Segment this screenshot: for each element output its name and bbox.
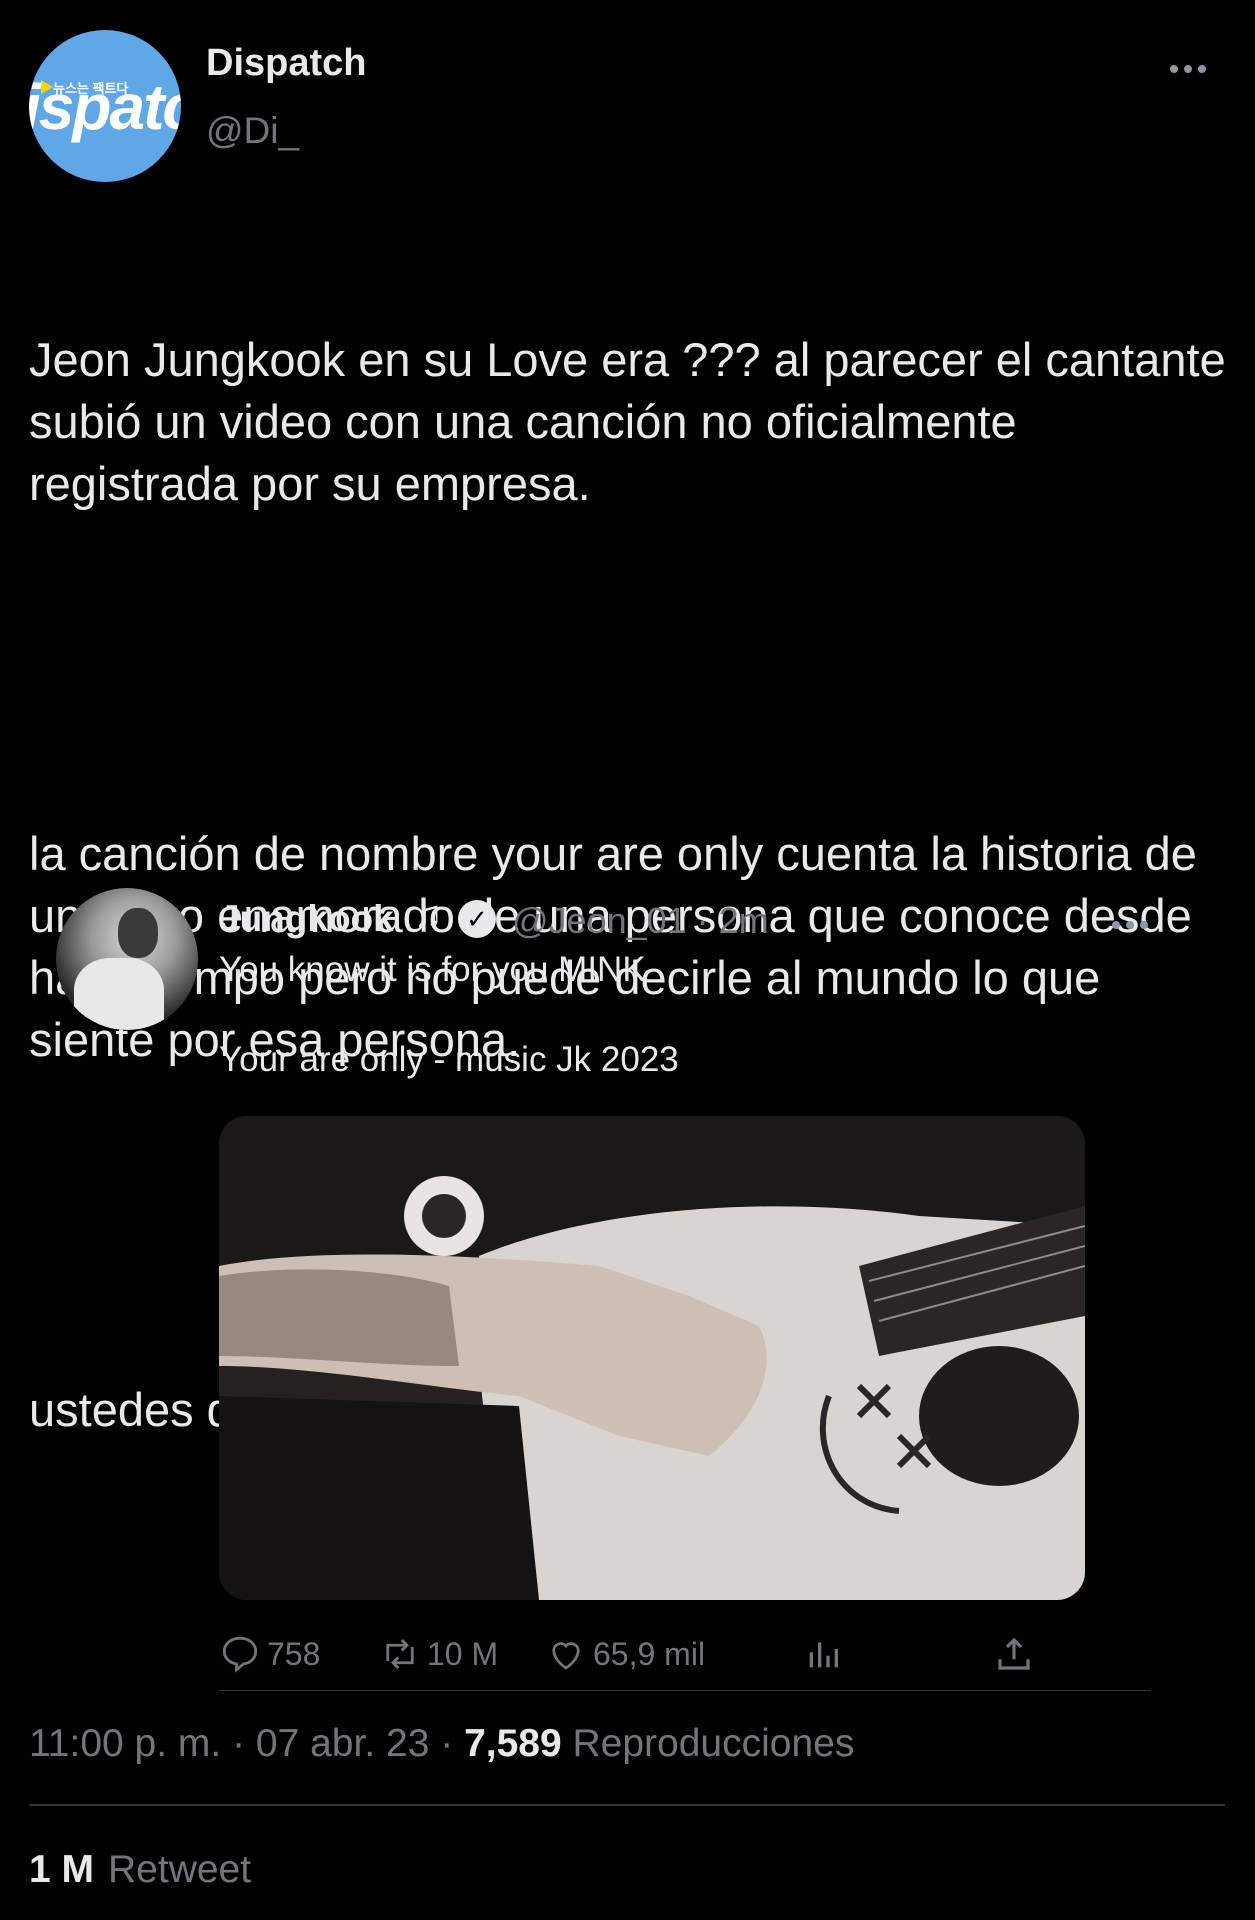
author-handle[interactable]: @Di_ — [206, 110, 299, 152]
like-count: 65,9 mil — [593, 1635, 706, 1672]
author-avatar[interactable]: 뉴스는 팩트다 ispatc — [29, 30, 181, 182]
retweets-label: Retweet — [108, 1848, 252, 1891]
music-note-icon: ♫ — [414, 894, 443, 936]
tweet-time[interactable]: 11:00 p. m. — [29, 1722, 221, 1765]
views-button[interactable] — [803, 1624, 849, 1684]
more-options-icon[interactable] — [1170, 60, 1220, 90]
quoted-more-options-icon[interactable] — [1112, 916, 1162, 936]
share-button[interactable] — [993, 1624, 1041, 1684]
retweets-stat[interactable]: 1 M Retweet — [29, 1848, 251, 1892]
retweet-count: 10 M — [427, 1635, 499, 1672]
divider — [219, 1690, 1151, 1691]
retweet-button[interactable]: 10 M — [379, 1624, 498, 1684]
quoted-text-line: Your are only - music Jk 2023 — [219, 1040, 679, 1079]
divider — [29, 1804, 1225, 1806]
quoted-author-avatar[interactable] — [56, 888, 198, 1030]
quoted-author-handle-time[interactable]: @Jeon_01 · 2m — [512, 900, 769, 942]
tweet-meta: 11:00 p. m. · 07 abr. 23 · 7,589 Reprodu… — [29, 1722, 855, 1765]
share-icon — [998, 1637, 1030, 1670]
quoted-media-image[interactable] — [219, 1116, 1085, 1600]
reply-button[interactable]: 758 — [219, 1624, 320, 1684]
views-count: 7,589 — [464, 1722, 562, 1765]
retweet-icon — [386, 1639, 414, 1669]
quoted-actions-bar: 758 10 M 65,9 mil — [219, 1624, 1079, 1684]
like-button[interactable]: 65,9 mil — [545, 1624, 705, 1684]
views-label: Reproducciones — [572, 1722, 855, 1765]
quoted-author-name[interactable]: Jungkook — [219, 898, 394, 940]
reply-icon — [222, 1636, 258, 1673]
tweet-paragraph: Jeon Jungkook en su Love era ??? al pare… — [29, 333, 1239, 510]
tweet-date[interactable]: 07 abr. 23 — [256, 1722, 429, 1765]
author-name[interactable]: Dispatch — [206, 42, 366, 85]
analytics-icon — [809, 1642, 838, 1668]
quoted-tweet[interactable]: Jungkook ♫ ✓ @Jeon_01 · 2m You know it i… — [0, 880, 1255, 1680]
heart-icon — [552, 1642, 580, 1670]
tweet-header: 뉴스는 팩트다 ispatc Dispatch @Di_ — [0, 0, 1255, 190]
quoted-text-line: You know it is for you MINK — [219, 950, 646, 989]
reply-count: 758 — [267, 1635, 321, 1672]
avatar-logo-text: ispatc — [29, 71, 181, 143]
guitar-photo — [219, 1116, 1085, 1600]
verified-badge-icon: ✓ — [458, 900, 496, 938]
retweets-total: 1 M — [29, 1848, 95, 1891]
